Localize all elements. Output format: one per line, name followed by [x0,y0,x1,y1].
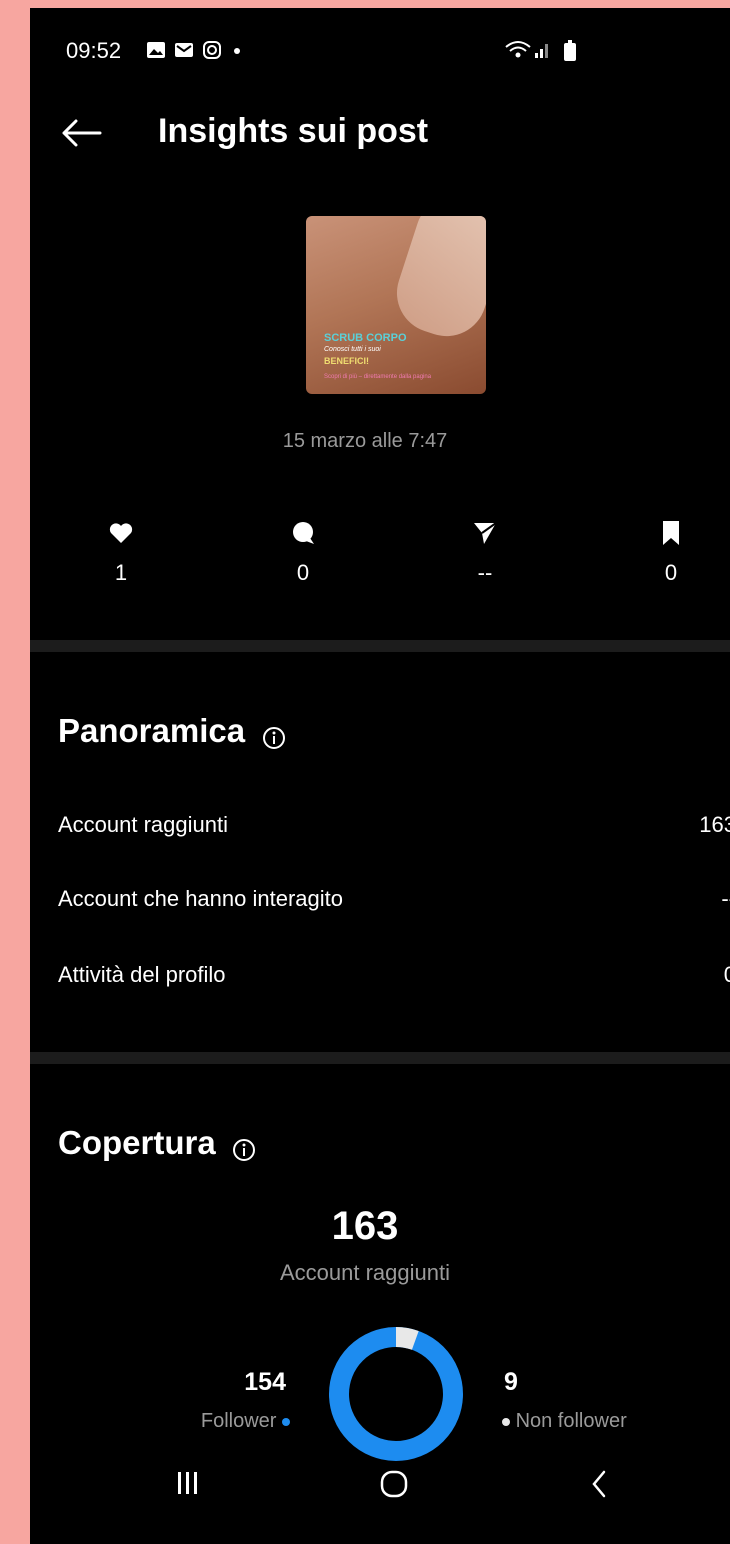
status-time: 09:52 [66,38,122,63]
bookmark-icon [663,521,679,545]
thumbnail-footer: Scopri di più – direttamente dalla pagin… [324,374,432,380]
heart-icon [109,523,133,543]
signal-icon [535,44,548,58]
overview-row-label: Account raggiunti [58,812,228,837]
instagram-notification-icon [203,41,221,59]
follower-count: 154 [244,1368,286,1396]
overview-row-value: -- [721,886,730,911]
post-thumbnail[interactable]: SCRUB CORPO Conosci tutti i suoi BENEFIC… [306,216,486,394]
follower-dot-icon [282,1417,290,1426]
follower-legend: Follower [201,1410,290,1433]
non-follower-label: Non follower [515,1410,627,1432]
recent-apps-icon[interactable] [176,1470,200,1496]
info-icon[interactable] [262,726,286,750]
overview-row-value: 163 [699,812,730,837]
comment-icon [293,522,314,544]
reach-donut-chart [329,1327,463,1461]
non-follower-legend: Non follower [502,1410,627,1433]
phone-screen: 09:52 Insights sui post SCRUB CORPO Cono… [30,8,730,1544]
comments-count: 0 [296,560,310,585]
share-icon [474,522,497,544]
thumbnail-hand-shape [386,216,486,347]
likes-count: 1 [114,560,128,585]
non-follower-count: 9 [504,1368,518,1396]
reach-title: Copertura [58,1124,216,1161]
reach-total: 163 [331,1204,399,1248]
overview-row-label: Attività del profilo [58,962,226,987]
nav-back-icon[interactable] [590,1470,608,1498]
battery-icon [564,40,576,61]
follower-label: Follower [200,1410,277,1432]
overview-title: Panoramica [58,712,246,749]
section-divider [30,640,730,652]
shares-count: -- [477,560,493,585]
thumbnail-highlight: BENEFICI! [324,356,369,366]
donut-follower-segment [329,1327,463,1461]
overview-row-label: Account che hanno interagito [58,886,343,911]
post-date: 15 marzo alle 7:47 [282,430,448,452]
saves-count: 0 [664,560,678,585]
saves-metric: 0 [626,518,716,586]
non-follower-dot-icon [502,1417,510,1426]
overview-header: Panoramica [58,712,286,750]
gallery-notification-icon [147,42,165,58]
reach-total-label: Account raggiunti [280,1260,450,1285]
likes-metric: 1 [76,518,166,586]
wifi-icon [505,41,531,58]
section-divider [30,1052,730,1064]
more-notifications-dot-icon [234,48,240,54]
info-icon[interactable] [232,1138,256,1162]
thumbnail-headline: SCRUB CORPO [324,332,407,344]
page-title: Insights sui post [158,112,429,150]
mail-notification-icon [175,43,193,57]
reach-header: Copertura [58,1124,256,1162]
home-icon[interactable] [380,1470,408,1498]
comments-metric: 0 [258,518,348,586]
overview-row-value: 0 [723,962,730,987]
thumbnail-subline: Conosci tutti i suoi [324,346,381,353]
shares-metric: -- [440,518,530,586]
back-arrow-icon[interactable] [60,118,102,148]
